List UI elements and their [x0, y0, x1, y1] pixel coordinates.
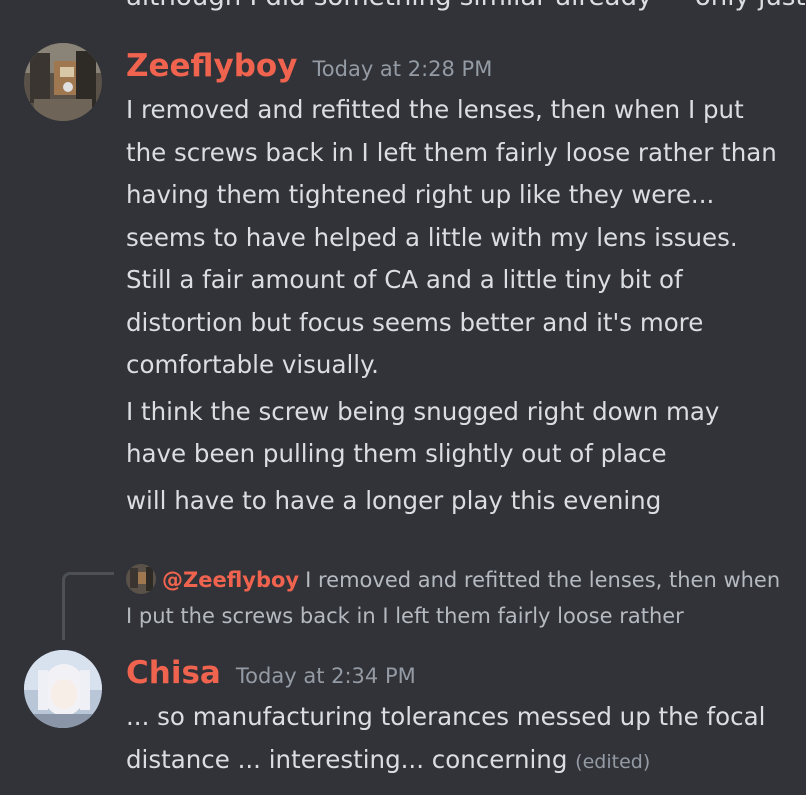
username-zeeflyboy[interactable]: Zeeflyboy — [126, 48, 297, 84]
message-header: Zeeflyboy Today at 2:28 PM — [126, 48, 492, 84]
message-paragraph: I think the screw being snugged right do… — [126, 396, 720, 469]
username-chisa[interactable]: Chisa — [126, 655, 221, 691]
message-timestamp[interactable]: Today at 2:28 PM — [313, 57, 493, 81]
reply-mention[interactable]: @Zeeflyboy — [162, 568, 299, 592]
message-header: Chisa Today at 2:34 PM — [126, 655, 416, 691]
message-content: I removed and refitted the lenses, then … — [126, 89, 786, 526]
zeeflyboy-avatar[interactable] — [24, 43, 102, 121]
reply-preview[interactable]: @Zeeflyboy I removed and refitted the len… — [126, 562, 786, 634]
chisa-avatar[interactable] — [24, 650, 102, 728]
message-text: ... so manufacturing tolerances messed u… — [126, 702, 766, 774]
reply-avatar — [126, 564, 156, 594]
message-timestamp[interactable]: Today at 2:34 PM — [236, 664, 416, 688]
message-content: ... so manufacturing tolerances messed u… — [126, 696, 786, 783]
edited-label: (edited) — [575, 750, 651, 773]
previous-message-tail: although I did something similar already… — [126, 0, 806, 12]
message-paragraph: I removed and refitted the lenses, then … — [126, 95, 777, 379]
reply-spine-line — [62, 572, 114, 640]
message-paragraph: will have to have a longer play this eve… — [126, 485, 662, 515]
chat-messages-panel: although I did something similar already… — [0, 0, 806, 795]
